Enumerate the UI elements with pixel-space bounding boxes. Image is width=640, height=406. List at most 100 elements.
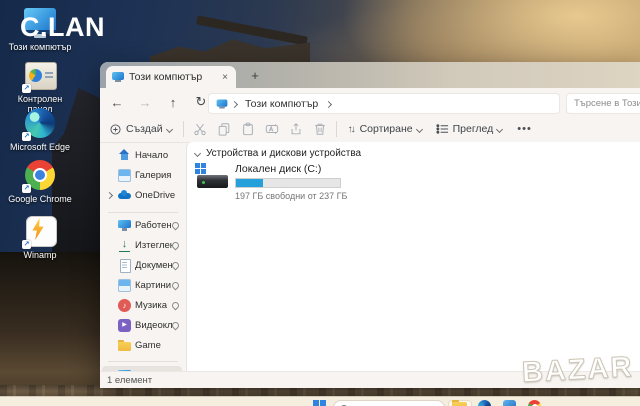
control-panel-icon: ↗ <box>23 58 57 92</box>
watermark-clan: C.LAN <box>20 12 105 43</box>
chevron-down-icon <box>194 150 201 157</box>
back-button[interactable]: ← <box>106 95 128 110</box>
desktop-folder-icon <box>118 219 131 232</box>
search-placeholder: Търсене в Този ко <box>574 98 640 109</box>
share-button[interactable] <box>284 122 308 136</box>
new-button-label: Създай <box>126 123 163 135</box>
screen: Този компютър ↗ Контролен панел ↗ Micros… <box>0 0 640 406</box>
folder-icon <box>118 339 131 352</box>
new-tab-button[interactable]: + <box>246 67 264 85</box>
section-header-devices[interactable]: Устройства и дискови устройства <box>195 148 361 159</box>
address-bar[interactable]: Този компютър <box>208 93 560 114</box>
taskbar-icon-blue-app[interactable] <box>503 400 516 406</box>
this-pc-icon <box>217 99 228 108</box>
paste-button[interactable] <box>236 122 260 136</box>
sort-icon: ↑↓ <box>348 124 354 135</box>
drive-usage-fill <box>236 179 263 187</box>
toolbar-separator <box>336 121 337 137</box>
sidebar-item-downloads[interactable]: ↓ Изтеглени ф <box>102 236 182 255</box>
desktop-icon-edge[interactable]: ↗ Microsoft Edge <box>8 106 72 152</box>
start-button[interactable] <box>313 400 326 406</box>
sidebar-divider <box>108 212 178 213</box>
plus-circle-icon <box>109 123 122 136</box>
sidebar-item-onedrive[interactable]: OneDrive <box>102 186 182 205</box>
documents-icon <box>118 259 131 272</box>
videos-icon: ▶ <box>118 319 131 332</box>
sidebar-item-music[interactable]: ♪ Музика <box>102 296 182 315</box>
drive-capacity-bar <box>235 178 341 188</box>
shortcut-arrow-icon: ↗ <box>22 84 31 93</box>
chevron-right-icon <box>231 100 238 107</box>
expander-chevron-icon[interactable] <box>106 192 113 199</box>
watermark-bazar: BAZAR <box>521 351 634 390</box>
chevron-right-icon <box>325 100 332 107</box>
edge-icon: ↗ <box>23 106 57 140</box>
search-box[interactable]: Търсене в Този ко <box>566 93 640 114</box>
forward-button[interactable]: → <box>134 95 156 110</box>
gallery-icon <box>118 169 131 182</box>
tab-title: Този компютър <box>129 71 220 83</box>
desktop-icon-winamp[interactable]: ↗ Winamp <box>8 214 72 260</box>
explorer-window: Този компютър × + ← → ↑ ↻ Този компютър … <box>100 62 640 388</box>
pin-icon <box>171 221 181 231</box>
wallpaper-rocks <box>0 252 102 398</box>
sidebar-item-game[interactable]: Game <box>102 336 182 355</box>
new-button[interactable]: Създай <box>102 118 179 140</box>
delete-button[interactable] <box>308 122 332 136</box>
chrome-icon: ↗ <box>23 158 57 192</box>
taskbar-icon-chrome[interactable] <box>528 400 541 406</box>
drive-free-space: 197 ГБ свободни от 237 ГБ <box>235 191 347 201</box>
sidebar-item-gallery[interactable]: Галерия <box>102 166 182 185</box>
chevron-down-icon <box>496 125 503 132</box>
winamp-icon: ↗ <box>23 214 57 248</box>
copy-icon <box>217 122 231 136</box>
pin-icon <box>171 281 181 291</box>
command-toolbar: Създай ↑↓ <box>100 116 640 143</box>
rename-button[interactable] <box>260 122 284 136</box>
item-count: 1 елемент <box>107 375 152 386</box>
drive-item-c[interactable]: Локален диск (C:) 197 ГБ свободни от 237… <box>195 162 415 202</box>
pin-icon <box>171 241 181 251</box>
taskbar-icon-edge[interactable] <box>478 400 491 406</box>
taskbar-icon-explorer[interactable] <box>452 400 467 406</box>
content-pane: Устройства и дискови устройства Локален … <box>186 142 640 372</box>
pin-icon <box>171 261 181 271</box>
paste-icon <box>241 122 255 136</box>
shortcut-arrow-icon: ↗ <box>22 132 31 141</box>
downloads-icon: ↓ <box>118 239 131 252</box>
sidebar-item-desktop[interactable]: Работен пло <box>102 216 182 235</box>
taskbar <box>0 396 640 406</box>
rename-icon <box>265 122 279 136</box>
tab-close-icon[interactable]: × <box>220 72 230 83</box>
drive-name: Локален диск (C:) <box>235 163 347 175</box>
sidebar-item-videos[interactable]: ▶ Видеоклипо <box>102 316 182 335</box>
sidebar-item-pictures[interactable]: Картини <box>102 276 182 295</box>
pin-icon <box>171 321 181 331</box>
shortcut-arrow-icon: ↗ <box>22 184 31 193</box>
sidebar-item-home[interactable]: Начало <box>102 146 182 165</box>
onedrive-icon <box>118 189 131 202</box>
pin-icon <box>171 301 181 311</box>
desktop-icon-chrome[interactable]: ↗ Google Chrome <box>8 158 72 204</box>
trash-icon <box>313 122 327 136</box>
more-options-button[interactable]: ••• <box>509 123 540 135</box>
chevron-down-icon <box>416 125 423 132</box>
view-button-label: Преглед <box>453 123 494 135</box>
tab-this-pc[interactable]: Този компютър × <box>106 66 236 88</box>
sidebar-divider <box>108 361 178 362</box>
copy-button[interactable] <box>212 122 236 136</box>
desktop-icon-label: Google Chrome <box>8 194 72 204</box>
view-button[interactable]: Преглед <box>429 118 510 140</box>
section-title: Устройства и дискови устройства <box>206 148 361 159</box>
chevron-down-icon <box>166 125 173 132</box>
up-button[interactable]: ↑ <box>162 95 184 110</box>
view-list-icon <box>436 123 449 135</box>
cut-button[interactable] <box>188 122 212 136</box>
sort-button[interactable]: ↑↓ Сортиране <box>341 118 429 140</box>
desktop-icon-label: Този компютър <box>8 42 72 52</box>
breadcrumb-segment[interactable]: Този компютър <box>245 98 318 110</box>
windows-logo-icon <box>195 163 207 175</box>
taskbar-search-box[interactable] <box>333 400 445 406</box>
sidebar-item-documents[interactable]: Документи <box>102 256 182 275</box>
toolbar-separator <box>183 121 184 137</box>
